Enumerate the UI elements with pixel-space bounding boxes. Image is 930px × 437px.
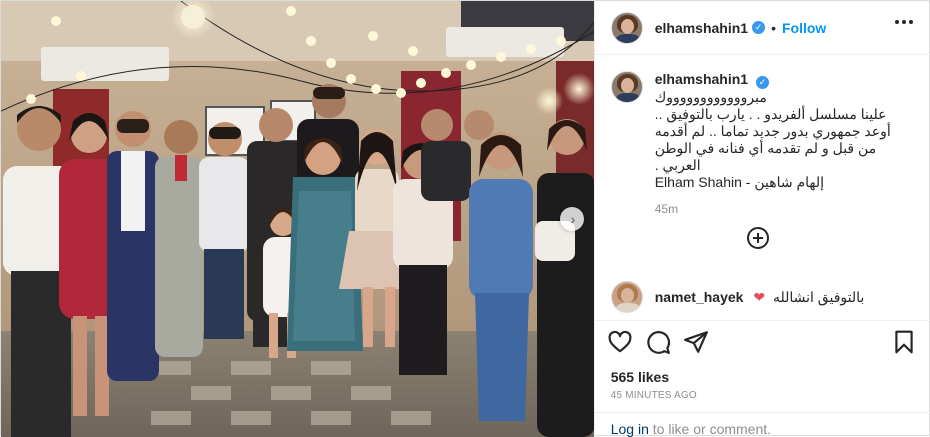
- more-options-icon[interactable]: [894, 20, 913, 26]
- next-photo-button[interactable]: ›: [560, 207, 584, 231]
- commenter-username[interactable]: namet_hayek: [655, 289, 744, 305]
- author-username[interactable]: elhamshahin1: [655, 20, 748, 36]
- login-prompt: Log in to like or comment.: [594, 412, 930, 437]
- comment-body: بالتوفيق انشالله: [772, 289, 865, 305]
- author-avatar[interactable]: [610, 11, 643, 44]
- action-bar: [594, 320, 930, 362]
- comment-text: namet_hayek ❤ بالتوفيق انشالله: [655, 289, 865, 306]
- caption-author-avatar[interactable]: [610, 71, 643, 103]
- caption-timestamp[interactable]: 45m: [655, 201, 915, 218]
- verified-badge-icon: ✓: [752, 21, 766, 34]
- group-photo-illustration: [1, 1, 594, 437]
- likes-count[interactable]: 565 likes: [611, 369, 669, 385]
- post-side-panel: elhamshahin1 ✓ • Follow elhamshahin1 ✓ م…: [593, 1, 930, 437]
- caption-username[interactable]: elhamshahin1: [655, 71, 748, 87]
- caption-line: العربي .: [654, 157, 701, 173]
- instagram-post: › elhamshahin1 ✓ • Follow elhamshahin1 ✓…: [0, 0, 930, 437]
- caption-body: مبرووووووووووووك علينا مسلسل ألفريدو . .…: [655, 89, 915, 191]
- commenter-avatar[interactable]: [610, 281, 643, 313]
- caption-line: Elham Shahin - إلهام شاهين: [654, 174, 825, 190]
- chevron-right-icon: ›: [570, 211, 576, 227]
- caption-text: elhamshahin1 ✓ مبرووووووووووووك علينا مس…: [655, 71, 915, 218]
- comment-icon[interactable]: [645, 329, 671, 355]
- share-icon[interactable]: [683, 329, 709, 355]
- verified-badge-icon: ✓: [755, 76, 769, 89]
- comments-section: elhamshahin1 ✓ مبرووووووووووووك علينا مس…: [595, 55, 930, 320]
- bookmark-icon[interactable]: [891, 329, 917, 355]
- login-link[interactable]: Log in: [611, 421, 649, 437]
- caption-line: من قبل و لم تقدمه أي فنانه في الوطن: [654, 140, 877, 156]
- comment-item: namet_hayek ❤ بالتوفيق انشالله: [610, 281, 915, 313]
- caption-line: علينا مسلسل ألفريدو . . يارب بالتوفيق ..: [654, 106, 887, 122]
- load-more-icon[interactable]: [746, 227, 769, 249]
- post-header: elhamshahin1 ✓ • Follow: [594, 1, 930, 55]
- heart-icon[interactable]: [607, 329, 633, 355]
- caption-line: مبرووووووووووووك: [654, 89, 767, 105]
- heart-emoji-icon: ❤: [753, 289, 766, 305]
- caption-line: أوعد جمهوري بدور جديد تماما .. لم أقدمه: [654, 123, 891, 139]
- post-photo[interactable]: ›: [1, 1, 594, 437]
- separator-dot: •: [771, 19, 776, 36]
- login-prompt-text: to like or comment.: [648, 421, 772, 437]
- follow-button[interactable]: Follow: [782, 20, 826, 36]
- post-timestamp[interactable]: 45 MINUTES AGO: [611, 390, 697, 401]
